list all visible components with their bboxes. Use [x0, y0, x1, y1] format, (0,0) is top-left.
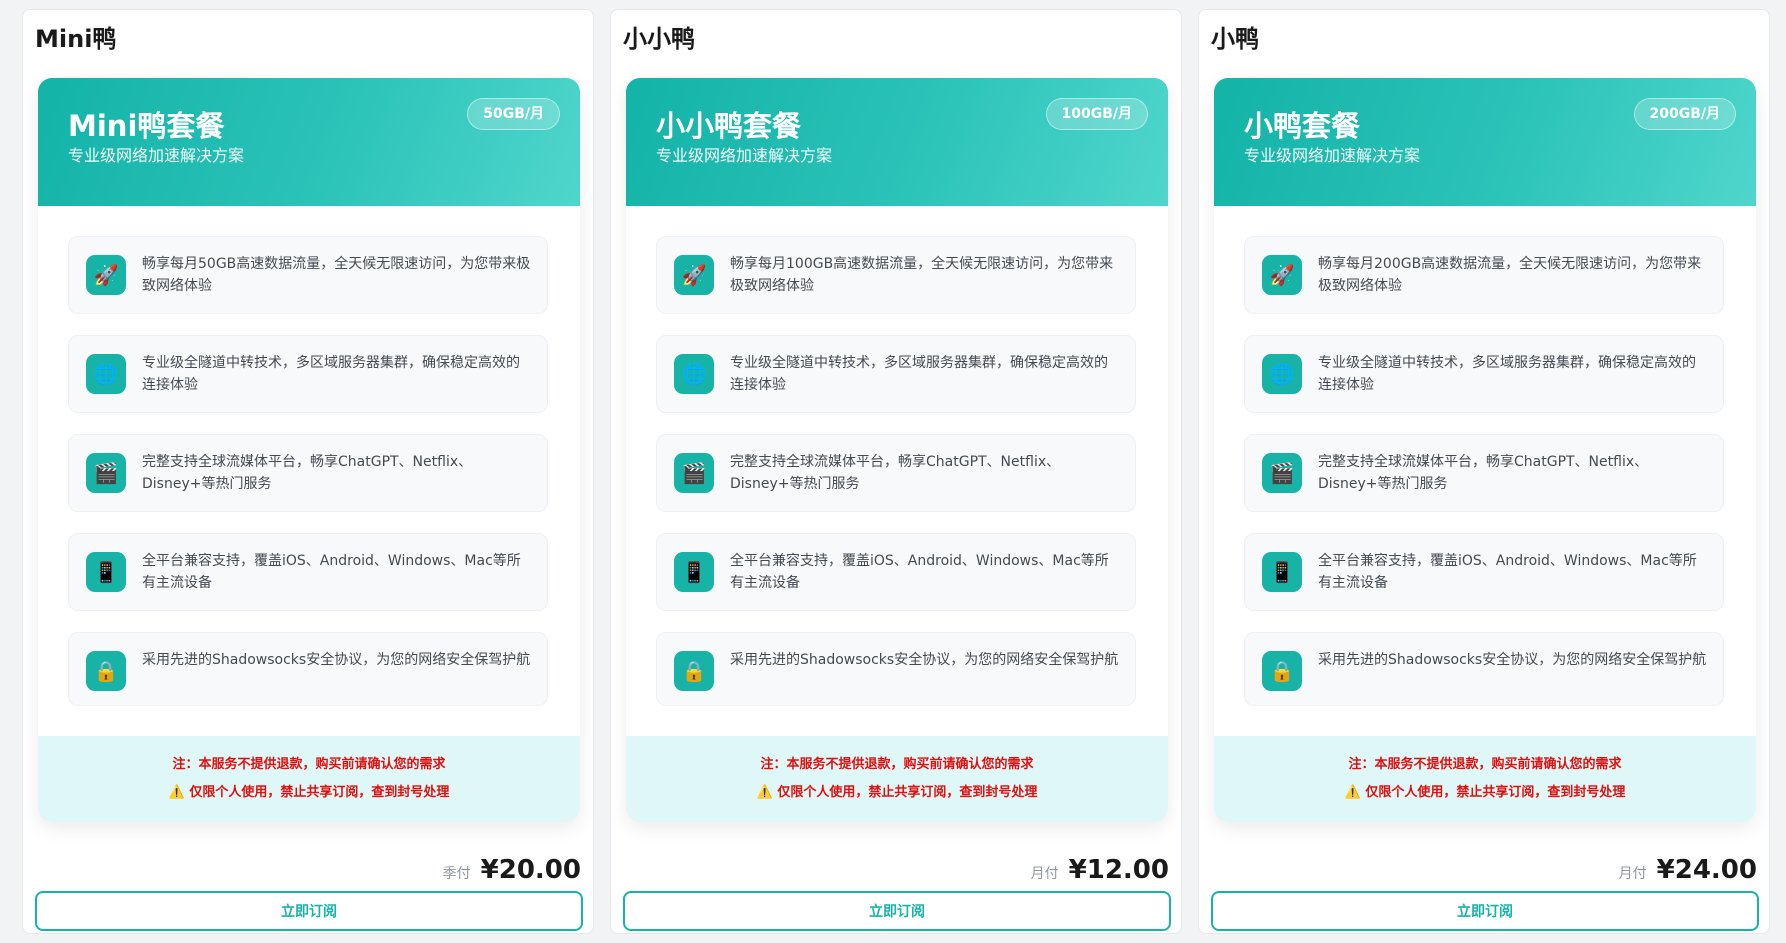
clapper-icon: 🎬: [1262, 453, 1302, 493]
feature-item: 🔒 采用先进的Shadowsocks安全协议，为您的网络安全保驾护航: [1244, 632, 1724, 706]
plan-card-xiaoxiao: 小小鸭 小小鸭套餐 专业级网络加速解决方案 100GB/月 🚀 畅享每月100G…: [610, 9, 1182, 934]
feature-text: 畅享每月50GB高速数据流量，全天候无限速访问，为您带来极致网络体验: [142, 256, 531, 294]
subscribe-button[interactable]: 立即订阅: [1211, 891, 1759, 931]
refund-notice: 注：本服务不提供退款，购买前请确认您的需求: [760, 757, 1034, 772]
billing-period: 月付: [1030, 866, 1059, 882]
feature-item: 📱 全平台兼容支持，覆盖iOS、Android、Windows、Mac等所有主流…: [68, 533, 548, 611]
card-title: 小鸭: [1211, 25, 1259, 53]
feature-item: 🔒 采用先进的Shadowsocks安全协议，为您的网络安全保驾护航: [68, 632, 548, 706]
feature-item: 🚀 畅享每月50GB高速数据流量，全天候无限速访问，为您带来极致网络体验: [68, 236, 548, 314]
price: ¥20.00: [480, 855, 581, 885]
lock-icon: 🔒: [674, 651, 714, 691]
billing-period: 月付: [1618, 866, 1647, 882]
feature-list: 🚀 畅享每月200GB高速数据流量，全天候无限速访问，为您带来极致网络体验 🌐 …: [1214, 206, 1756, 706]
price-row: 季付 ¥20.00: [443, 855, 581, 885]
plan-header: Mini鸭套餐 专业级网络加速解决方案 50GB/月: [38, 78, 580, 206]
feature-list: 🚀 畅享每月100GB高速数据流量，全天候无限速访问，为您带来极致网络体验 🌐 …: [626, 206, 1168, 706]
feature-text: 全平台兼容支持，覆盖iOS、Android、Windows、Mac等所有主流设备: [142, 553, 521, 591]
feature-item: 🎬 完整支持全球流媒体平台，畅享ChatGPT、Netflix、Disney+等…: [68, 434, 548, 512]
traffic-badge: 200GB/月: [1633, 98, 1736, 130]
usage-warning: ⚠️ 仅限个人使用，禁止共享订阅，查到封号处理: [1214, 784, 1756, 802]
plan-name: 小鸭套餐: [1244, 109, 1361, 143]
warning-icon: ⚠️: [1344, 785, 1361, 800]
clapper-icon: 🎬: [86, 453, 126, 493]
feature-text: 专业级全隧道中转技术，多区域服务器集群，确保稳定高效的连接体验: [142, 355, 520, 393]
usage-warning: ⚠️ 仅限个人使用，禁止共享订阅，查到封号处理: [38, 784, 580, 802]
feature-item: 🎬 完整支持全球流媒体平台，畅享ChatGPT、Netflix、Disney+等…: [1244, 434, 1724, 512]
plan-header: 小鸭套餐 专业级网络加速解决方案 200GB/月: [1214, 78, 1756, 206]
rocket-icon: 🚀: [674, 255, 714, 295]
rocket-icon: 🚀: [1262, 255, 1302, 295]
feature-item: 🎬 完整支持全球流媒体平台，畅享ChatGPT、Netflix、Disney+等…: [656, 434, 1136, 512]
feature-item: 🌐 专业级全隧道中转技术，多区域服务器集群，确保稳定高效的连接体验: [656, 335, 1136, 413]
billing-period: 季付: [442, 866, 471, 882]
plan-subtitle: 专业级网络加速解决方案: [1244, 146, 1421, 165]
usage-warning-text: 仅限个人使用，禁止共享订阅，查到封号处理: [777, 785, 1038, 800]
refund-notice: 注：本服务不提供退款，购买前请确认您的需求: [172, 757, 446, 772]
feature-text: 采用先进的Shadowsocks安全协议，为您的网络安全保驾护航: [142, 652, 531, 668]
feature-text: 完整支持全球流媒体平台，畅享ChatGPT、Netflix、Disney+等热门…: [142, 454, 473, 492]
plan-grid: Mini鸭 Mini鸭套餐 专业级网络加速解决方案 50GB/月 🚀 畅享每月5…: [22, 9, 1770, 934]
notice-box: 注：本服务不提供退款，购买前请确认您的需求 ⚠️ 仅限个人使用，禁止共享订阅，查…: [626, 736, 1168, 822]
plan-name: 小小鸭套餐: [656, 109, 802, 143]
plan-card-mini: Mini鸭 Mini鸭套餐 专业级网络加速解决方案 50GB/月 🚀 畅享每月5…: [22, 9, 594, 934]
feature-text: 畅享每月100GB高速数据流量，全天候无限速访问，为您带来极致网络体验: [730, 256, 1114, 294]
feature-text: 全平台兼容支持，覆盖iOS、Android、Windows、Mac等所有主流设备: [1318, 553, 1697, 591]
plan-panel: Mini鸭套餐 专业级网络加速解决方案 50GB/月 🚀 畅享每月50GB高速数…: [38, 78, 580, 822]
price: ¥12.00: [1068, 855, 1169, 885]
usage-warning-text: 仅限个人使用，禁止共享订阅，查到封号处理: [1365, 785, 1626, 800]
feature-text: 专业级全隧道中转技术，多区域服务器集群，确保稳定高效的连接体验: [730, 355, 1108, 393]
plan-subtitle: 专业级网络加速解决方案: [656, 146, 833, 165]
feature-text: 采用先进的Shadowsocks安全协议，为您的网络安全保驾护航: [1318, 652, 1707, 668]
price: ¥24.00: [1656, 855, 1757, 885]
feature-item: 🔒 采用先进的Shadowsocks安全协议，为您的网络安全保驾护航: [656, 632, 1136, 706]
traffic-badge: 50GB/月: [467, 98, 560, 130]
feature-item: 🌐 专业级全隧道中转技术，多区域服务器集群，确保稳定高效的连接体验: [68, 335, 548, 413]
globe-icon: 🌐: [86, 354, 126, 394]
subscribe-button[interactable]: 立即订阅: [623, 891, 1171, 931]
globe-icon: 🌐: [1262, 354, 1302, 394]
plan-panel: 小小鸭套餐 专业级网络加速解决方案 100GB/月 🚀 畅享每月100GB高速数…: [626, 78, 1168, 822]
usage-warning-text: 仅限个人使用，禁止共享订阅，查到封号处理: [189, 785, 450, 800]
notice-box: 注：本服务不提供退款，购买前请确认您的需求 ⚠️ 仅限个人使用，禁止共享订阅，查…: [1214, 736, 1756, 822]
phone-icon: 📱: [86, 552, 126, 592]
notice-box: 注：本服务不提供退款，购买前请确认您的需求 ⚠️ 仅限个人使用，禁止共享订阅，查…: [38, 736, 580, 822]
feature-text: 全平台兼容支持，覆盖iOS、Android、Windows、Mac等所有主流设备: [730, 553, 1109, 591]
plan-header: 小小鸭套餐 专业级网络加速解决方案 100GB/月: [626, 78, 1168, 206]
lock-icon: 🔒: [1262, 651, 1302, 691]
feature-text: 畅享每月200GB高速数据流量，全天候无限速访问，为您带来极致网络体验: [1318, 256, 1702, 294]
card-title: 小小鸭: [623, 25, 695, 53]
feature-text: 采用先进的Shadowsocks安全协议，为您的网络安全保驾护航: [730, 652, 1119, 668]
price-row: 月付 ¥24.00: [1619, 855, 1757, 885]
warning-icon: ⚠️: [756, 785, 773, 800]
plan-name: Mini鸭套餐: [68, 109, 225, 143]
plan-panel: 小鸭套餐 专业级网络加速解决方案 200GB/月 🚀 畅享每月200GB高速数据…: [1214, 78, 1756, 822]
globe-icon: 🌐: [674, 354, 714, 394]
rocket-icon: 🚀: [86, 255, 126, 295]
warning-icon: ⚠️: [168, 785, 185, 800]
feature-text: 完整支持全球流媒体平台，畅享ChatGPT、Netflix、Disney+等热门…: [1318, 454, 1649, 492]
clapper-icon: 🎬: [674, 453, 714, 493]
feature-item: 📱 全平台兼容支持，覆盖iOS、Android、Windows、Mac等所有主流…: [1244, 533, 1724, 611]
feature-list: 🚀 畅享每月50GB高速数据流量，全天候无限速访问，为您带来极致网络体验 🌐 专…: [38, 206, 580, 706]
lock-icon: 🔒: [86, 651, 126, 691]
card-title: Mini鸭: [35, 25, 117, 53]
plan-card-xiao: 小鸭 小鸭套餐 专业级网络加速解决方案 200GB/月 🚀 畅享每月200GB高…: [1198, 9, 1770, 934]
feature-item: 🚀 畅享每月100GB高速数据流量，全天候无限速访问，为您带来极致网络体验: [656, 236, 1136, 314]
subscribe-button[interactable]: 立即订阅: [35, 891, 583, 931]
feature-text: 专业级全隧道中转技术，多区域服务器集群，确保稳定高效的连接体验: [1318, 355, 1696, 393]
price-row: 月付 ¥12.00: [1031, 855, 1169, 885]
phone-icon: 📱: [674, 552, 714, 592]
traffic-badge: 100GB/月: [1045, 98, 1148, 130]
feature-item: 🌐 专业级全隧道中转技术，多区域服务器集群，确保稳定高效的连接体验: [1244, 335, 1724, 413]
feature-text: 完整支持全球流媒体平台，畅享ChatGPT、Netflix、Disney+等热门…: [730, 454, 1061, 492]
feature-item: 📱 全平台兼容支持，覆盖iOS、Android、Windows、Mac等所有主流…: [656, 533, 1136, 611]
phone-icon: 📱: [1262, 552, 1302, 592]
plan-subtitle: 专业级网络加速解决方案: [68, 146, 245, 165]
usage-warning: ⚠️ 仅限个人使用，禁止共享订阅，查到封号处理: [626, 784, 1168, 802]
refund-notice: 注：本服务不提供退款，购买前请确认您的需求: [1348, 757, 1622, 772]
feature-item: 🚀 畅享每月200GB高速数据流量，全天候无限速访问，为您带来极致网络体验: [1244, 236, 1724, 314]
